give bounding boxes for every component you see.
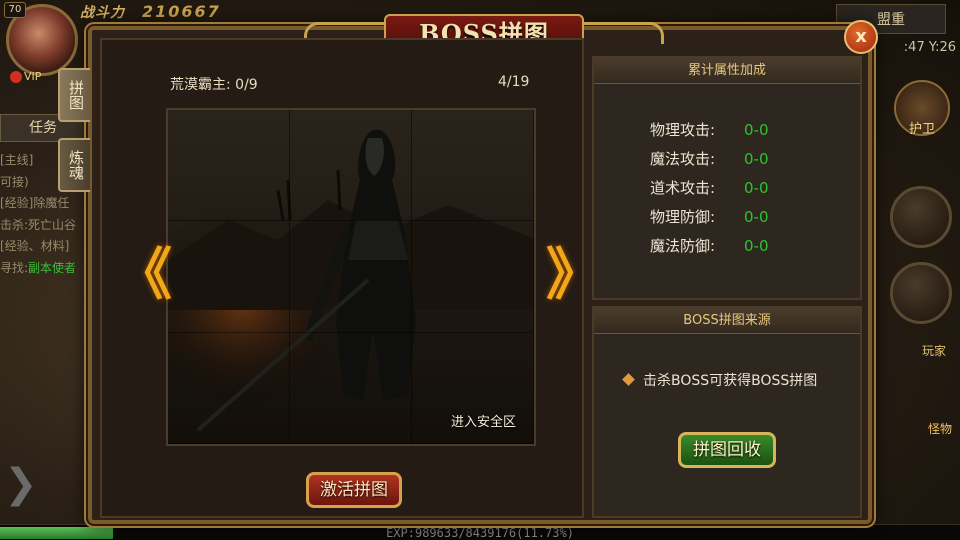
skill-slot[interactable] [890,262,952,324]
recycle-puzzle-button[interactable]: 拼图回收 [678,432,776,468]
puzzle-piece[interactable] [412,221,534,333]
quest-line: [经验]除魔任 [0,196,70,210]
attribute-row: 道术攻击: 0-0 [650,179,769,197]
diamond-bullet-icon [622,373,635,386]
vip-label: VIP [24,70,42,83]
page-indicator: 4/19 [498,74,530,90]
puzzle-piece[interactable] [290,221,412,333]
boss-progress: 荒漠霸主: 0/9 [170,77,258,93]
attribute-header: 累计属性加成 [594,58,860,84]
combat-power-label: 战斗力 [80,5,125,21]
puzzle-piece[interactable] [290,110,412,222]
attribute-row: 魔法攻击: 0-0 [650,150,769,168]
player-toggle[interactable]: 玩家 [922,342,946,359]
attribute-list: 物理攻击: 0-0 魔法攻击: 0-0 道术攻击: 0-0 物理防御: 0-0 魔法防御… [650,116,769,261]
quest-line: 寻找:副本使者 [0,260,77,275]
vip-badge[interactable]: VIP [10,70,41,83]
puzzle-pane: 荒漠霸主: 0/9 4/19 进入安全区 《 》 激活拼图 [100,38,602,518]
player-level: 70 [4,2,26,18]
skill-slot[interactable] [890,186,952,248]
source-item: 击杀BOSS可获得BOSS拼图 [622,370,818,390]
title-ornament [584,22,664,44]
chevron-left-icon: 《 [116,243,172,308]
tab-soul-refine[interactable]: 炼魂 [58,138,90,192]
source-header: BOSS拼图来源 [594,308,860,334]
attribute-panel: 累计属性加成 物理攻击: 0-0 魔法攻击: 0-0 道术攻击: 0-0 物理防御: 0… [592,56,862,300]
puzzle-piece[interactable] [290,332,412,444]
game-screen: 70 战斗力 210667 VIP 任务 [主线] 可接) [经验]除魔任 击杀… [0,0,960,540]
quest-line: 击杀:死亡山谷 [0,217,77,232]
expand-arrow-icon[interactable]: ❯ [4,464,38,504]
attribute-row: 物理防御: 0-0 [650,208,769,226]
close-button[interactable]: x [844,20,878,54]
monster-toggle[interactable]: 怪物 [928,420,952,437]
prev-boss-button[interactable]: 《 [116,248,172,308]
coordinates: :47 Y:26 [903,40,956,55]
attribute-row: 物理攻击: 0-0 [650,121,769,139]
exp-bar: EXP:989633/8439176(11.73%) [0,524,960,540]
combat-power-value: 210667 [142,2,221,21]
puzzle-piece[interactable] [168,110,290,222]
exp-text: EXP:989633/8439176(11.73%) [386,526,574,540]
tab-puzzle[interactable]: 拼图 [58,68,90,122]
puzzle-piece[interactable] [168,332,290,444]
source-panel: BOSS拼图来源 击杀BOSS可获得BOSS拼图 拼图回收 [592,306,862,518]
chevron-right-icon: 》 [546,243,602,308]
alert-icon [10,71,22,83]
quest-line: [经验、材料] [0,239,70,253]
next-boss-button[interactable]: 》 [546,248,602,308]
boss-puzzle-dialog: BOSS拼图 x 拼图 炼魂 荒漠霸主: 0/9 4/19 进入安全区 《 》 … [58,14,878,524]
safe-zone-notice: 进入安全区 [450,415,516,430]
activate-puzzle-button[interactable]: 激活拼图 [306,472,402,508]
puzzle-piece[interactable] [412,110,534,222]
guard-button[interactable]: 护卫 [894,80,950,137]
attribute-row: 魔法防御: 0-0 [650,237,769,255]
puzzle-board[interactable]: 进入安全区 [166,108,536,446]
puzzle-piece[interactable] [168,221,290,333]
puzzle-grid [168,110,534,444]
source-text: 击杀BOSS可获得BOSS拼图 [643,373,818,389]
